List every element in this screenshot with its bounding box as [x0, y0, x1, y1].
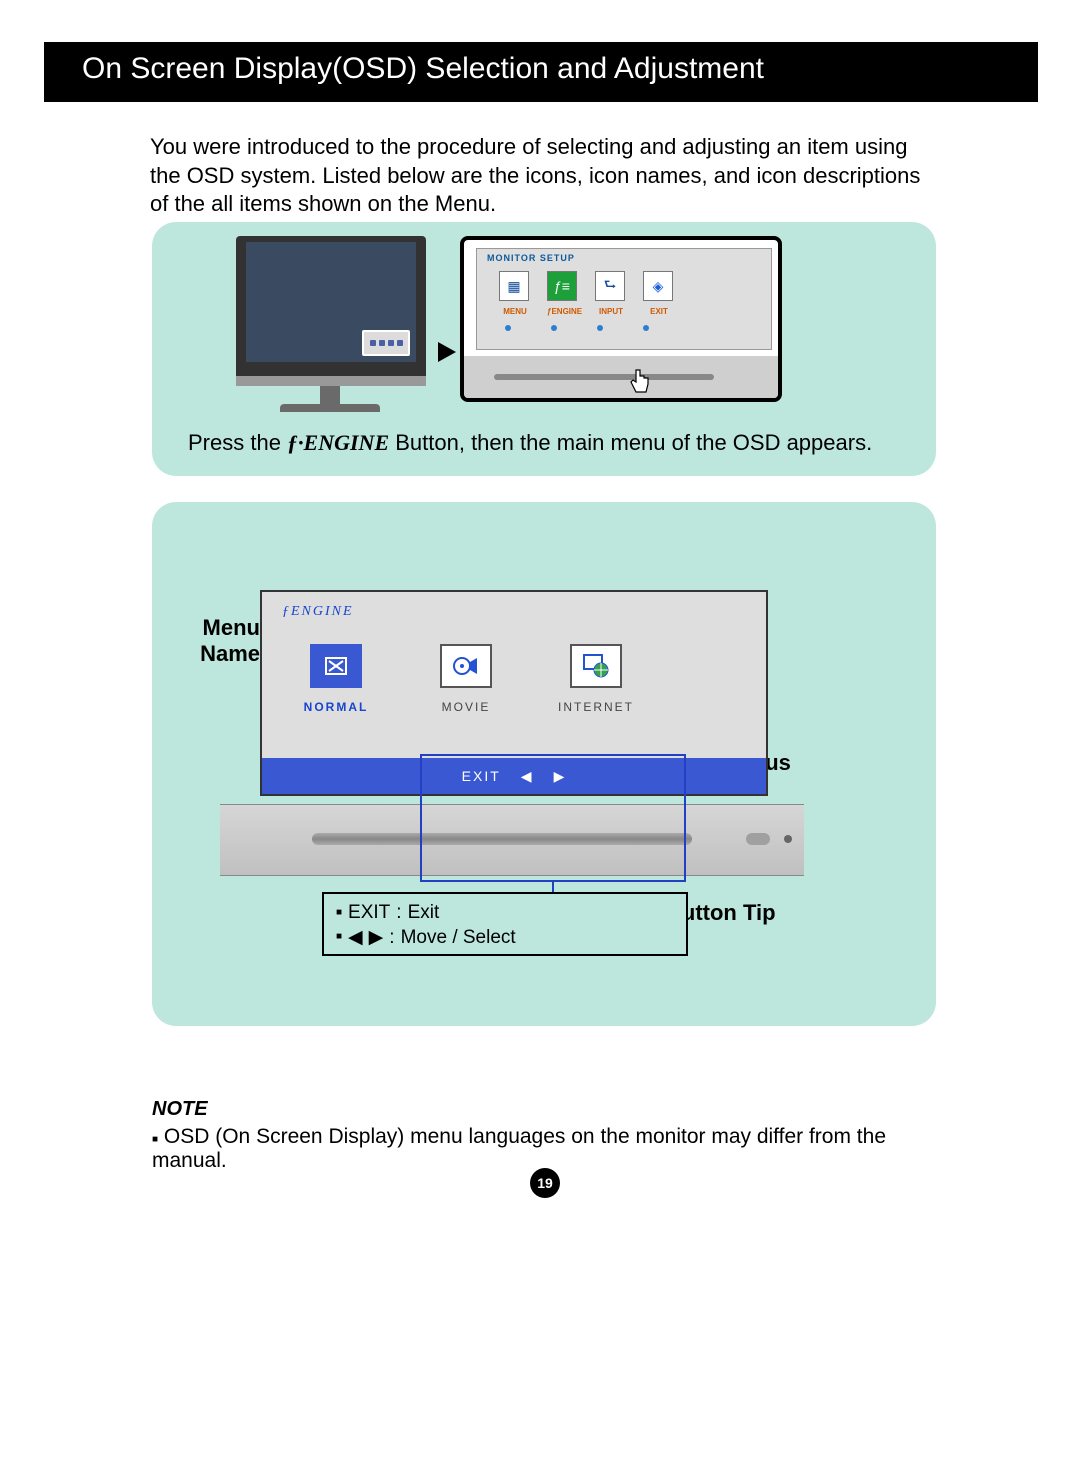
arrow-right-icon — [438, 342, 456, 362]
bullet-icon: ■ — [336, 931, 342, 942]
zoom-osd-screen: MONITOR SETUP ▦ ƒ≡ ⮑ ◈ MENU ƒENGINE INPU… — [476, 248, 772, 350]
zoom-osd-title: MONITOR SETUP — [487, 253, 575, 263]
zoom-label-engine: ƒENGINE — [547, 307, 579, 316]
bezel-led-icon — [784, 835, 792, 843]
zoom-label-exit: EXIT — [643, 307, 675, 316]
note-section: NOTE ■ OSD (On Screen Display) menu lang… — [152, 1098, 952, 1173]
arrow-right-icon: ▶ — [369, 926, 384, 949]
zoom-panel: MONITOR SETUP ▦ ƒ≡ ⮑ ◈ MENU ƒENGINE INPU… — [460, 236, 782, 402]
normal-icon — [310, 644, 362, 688]
finger-cursor-icon — [626, 368, 654, 402]
illustration-panel-bottom: Menu Name Sub- menus Button Tip ƒENGINE … — [152, 502, 936, 1026]
caption-prefix: Press the — [188, 430, 287, 455]
monitor-base — [280, 404, 380, 412]
bullet-icon: ■ — [152, 1134, 158, 1145]
menu-icon: ▦ — [499, 271, 529, 301]
zoom-label-menu: MENU — [499, 307, 531, 316]
osd-item-internet[interactable]: INTERNET — [560, 644, 632, 714]
button-tip-box: ■ EXIT : Exit ■ ◀ ▶ : Move / Select — [322, 892, 688, 956]
zoom-osd-icons: ▦ ƒ≡ ⮑ ◈ — [499, 271, 673, 301]
tip-move-desc: Move / Select — [401, 927, 516, 949]
colon: : — [389, 927, 394, 949]
note-body: ■ OSD (On Screen Display) menu languages… — [152, 1125, 952, 1173]
monitor-stand — [320, 386, 340, 404]
fengine-label: ƒ·ENGINE — [287, 430, 389, 455]
osd-items-row: NORMAL MOVIE INTERNET — [300, 644, 632, 714]
osd-item-label: NORMAL — [304, 700, 369, 714]
osd-item-movie[interactable]: MOVIE — [430, 644, 502, 714]
bullet-icon: ■ — [336, 907, 342, 918]
exit-icon: ◈ — [643, 271, 673, 301]
zoom-label-input: INPUT — [595, 307, 627, 316]
monitor-strip — [236, 376, 426, 386]
monitor-screen — [246, 242, 416, 362]
note-body-text: OSD (On Screen Display) menu languages o… — [152, 1125, 886, 1172]
mini-osd-icon — [362, 330, 410, 356]
page-number-badge: 19 — [530, 1168, 560, 1198]
internet-icon — [570, 644, 622, 688]
monitor-bezel — [236, 236, 426, 376]
arrow-left-icon: ◀ — [348, 926, 363, 949]
label-menu-name: Menu Name — [180, 615, 260, 667]
highlight-rect — [420, 754, 686, 882]
osd-title: ƒENGINE — [282, 604, 354, 620]
tip-exit-key: EXIT — [348, 902, 390, 924]
tip-exit-desc: Exit — [408, 902, 440, 924]
intro-paragraph: You were introduced to the procedure of … — [150, 133, 940, 219]
osd-item-label: INTERNET — [558, 700, 634, 714]
tip-row-exit: ■ EXIT : Exit — [336, 902, 674, 924]
zoom-button-bar — [494, 374, 714, 380]
zoom-osd-labels: MENU ƒENGINE INPUT EXIT — [499, 307, 675, 316]
osd-item-label: MOVIE — [442, 700, 491, 714]
monitor-illustration — [232, 236, 432, 411]
caption-suffix: Button, then the main menu of the OSD ap… — [389, 430, 872, 455]
fengine-icon: ƒ≡ — [547, 271, 577, 301]
page-title: On Screen Display(OSD) Selection and Adj… — [82, 52, 764, 86]
bezel-side-button — [746, 833, 770, 845]
note-heading: NOTE — [152, 1098, 952, 1121]
tip-row-move: ■ ◀ ▶ : Move / Select — [336, 926, 674, 949]
movie-icon — [440, 644, 492, 688]
zoom-osd-dots — [505, 325, 649, 331]
illustration-panel-top: MONITOR SETUP ▦ ƒ≡ ⮑ ◈ MENU ƒENGINE INPU… — [152, 222, 936, 476]
osd-item-normal[interactable]: NORMAL — [300, 644, 372, 714]
panel1-caption: Press the ƒ·ENGINE Button, then the main… — [188, 430, 872, 456]
input-icon: ⮑ — [595, 271, 625, 301]
colon: : — [396, 902, 401, 924]
